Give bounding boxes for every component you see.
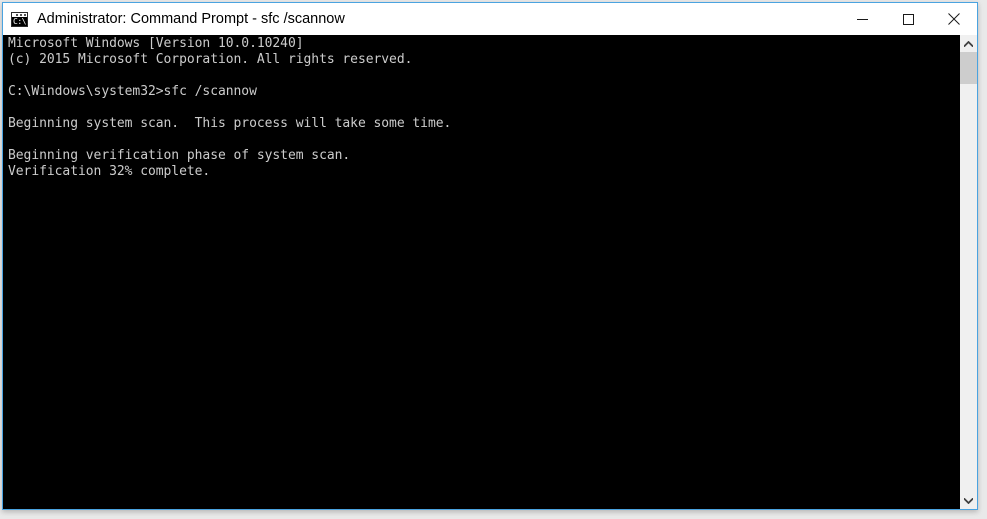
cmd-icon-dot-1: [16, 13, 18, 16]
minimize-button[interactable]: [839, 3, 885, 35]
scrollbar-up-button[interactable]: [960, 35, 977, 52]
cmd-icon-dot-3: [24, 13, 26, 16]
title-bar[interactable]: C:\ Administrator: Command Prompt - sfc …: [3, 3, 977, 35]
chevron-down-icon: [964, 497, 973, 504]
close-button[interactable]: [931, 3, 977, 35]
minimize-icon: [856, 18, 868, 20]
window-title: Administrator: Command Prompt - sfc /sca…: [37, 11, 345, 27]
cmd-icon-dot-2: [20, 13, 22, 16]
maximize-icon: [902, 13, 914, 25]
console-scrollbar[interactable]: [960, 35, 977, 509]
cmd-icon-prompt-text: C:\: [13, 16, 26, 26]
window-controls: [839, 3, 977, 35]
maximize-button[interactable]: [885, 3, 931, 35]
chevron-up-icon: [964, 40, 973, 47]
scrollbar-down-button[interactable]: [960, 492, 977, 509]
scrollbar-thumb[interactable]: [960, 52, 977, 84]
cmd-console-icon: C:\: [11, 11, 28, 27]
title-bar-left: C:\ Administrator: Command Prompt - sfc …: [3, 11, 839, 27]
console-output[interactable]: Microsoft Windows [Version 10.0.10240] (…: [3, 35, 960, 509]
console-area: Microsoft Windows [Version 10.0.10240] (…: [3, 35, 977, 509]
command-prompt-window: C:\ Administrator: Command Prompt - sfc …: [2, 2, 978, 510]
scrollbar-track[interactable]: [960, 52, 977, 492]
close-icon: [948, 13, 960, 25]
